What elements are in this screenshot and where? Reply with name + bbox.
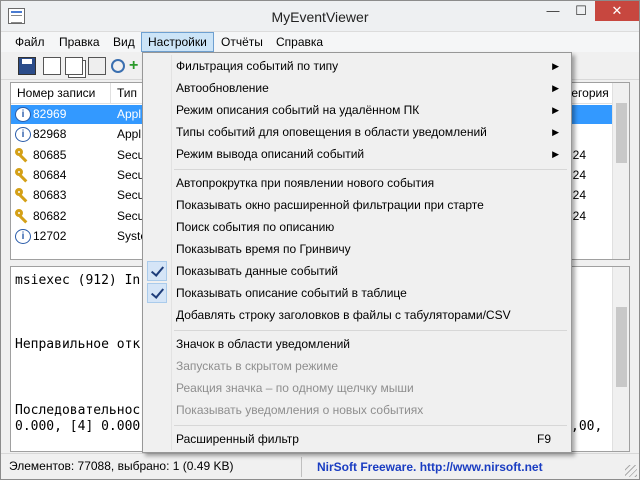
info-icon: i [15, 127, 31, 142]
record-number: 80684 [33, 168, 67, 182]
menu-item-show-new-event-notifications: Показывать уведомления о новых событиях [176, 403, 424, 417]
list-scrollbar[interactable] [612, 83, 629, 259]
status-item-count: Элементов: 77088, выбрано: 1 (0.49 KB) [9, 459, 234, 473]
key-icon [15, 188, 31, 203]
shortcut-label: F9 [536, 432, 551, 446]
menu-item-autoscroll[interactable]: Автопрокрутка при появлении нового событ… [145, 172, 569, 194]
event-type: Appl [117, 107, 142, 121]
record-number: 80683 [33, 188, 67, 202]
detail-line: msiexec (912) In [15, 273, 141, 288]
menu-help[interactable]: Справка [270, 32, 329, 52]
menu-reports[interactable]: Отчёты [215, 32, 269, 52]
close-button[interactable]: ✕ [595, 1, 639, 21]
app-window: MyEventViewer — ☐ ✕ Файл Правка Вид Наст… [0, 0, 640, 480]
status-bar: Элементов: 77088, выбрано: 1 (0.49 KB) N… [1, 453, 639, 479]
detail-line: Последовательнос [15, 403, 141, 418]
copy-icon[interactable] [65, 57, 83, 75]
title-bar[interactable]: MyEventViewer — ☐ ✕ [1, 1, 639, 32]
menu-view[interactable]: Вид [107, 32, 141, 52]
info-icon: i [15, 229, 31, 244]
menu-item-show-event-data[interactable]: Показывать данные событий [145, 260, 569, 282]
detail-line-fragment: ,00, [571, 419, 603, 434]
menu-edit[interactable]: Правка [53, 32, 106, 52]
event-type: Secu [117, 188, 145, 202]
resize-grip[interactable] [625, 465, 637, 477]
record-number: 12702 [33, 229, 67, 243]
key-icon [15, 168, 31, 183]
menu-item-search-by-description[interactable]: Поиск события по описанию [145, 216, 569, 238]
record-number: 80685 [33, 148, 67, 162]
submenu-arrow-icon: ▶ [552, 83, 559, 93]
detail-line: Неправильное отк [15, 337, 141, 352]
menu-item-description-output-mode[interactable]: Режим вывода описаний событий ▶ [145, 143, 569, 165]
menu-item-show-advanced-filter-at-start[interactable]: Показывать окно расширенной фильтрации п… [145, 194, 569, 216]
menu-separator [174, 169, 567, 170]
submenu-arrow-icon: ▶ [552, 105, 559, 115]
checkmark-icon [147, 261, 167, 281]
submenu-arrow-icon: ▶ [552, 127, 559, 137]
record-number: 82968 [33, 127, 67, 141]
menu-bar: Файл Правка Вид Настройки Отчёты Справка [1, 32, 639, 52]
minimize-button[interactable]: — [539, 1, 567, 21]
menu-separator [174, 330, 567, 331]
menu-item-tray-single-click: Реакция значка – по одному щелчку мыши [176, 381, 414, 395]
menu-file[interactable]: Файл [9, 32, 51, 52]
event-type: Appl [117, 127, 142, 141]
column-header-record-number[interactable]: Номер записи [11, 83, 111, 104]
menu-item-add-header-line-csv[interactable]: Добавлять строку заголовков в файлы с та… [145, 304, 569, 326]
record-number: 80682 [33, 209, 67, 223]
details-scrollbar[interactable] [612, 267, 629, 451]
add-icon[interactable]: + [129, 57, 139, 75]
info-icon: i [15, 107, 31, 122]
event-type: Secu [117, 168, 145, 182]
menu-item-show-description-in-table[interactable]: Показывать описание событий в таблице [145, 282, 569, 304]
menu-item-remote-description-mode[interactable]: Режим описания событий на удалённом ПК ▶ [145, 99, 569, 121]
nirsoft-link[interactable]: NirSoft Freeware. http://www.nirsoft.net [309, 458, 579, 476]
key-icon [15, 148, 31, 163]
scrollbar-thumb[interactable] [616, 307, 627, 387]
save-icon[interactable] [18, 57, 36, 75]
settings-menu: Фильтрация событий по типу ▶ Автообновле… [142, 52, 572, 453]
submenu-arrow-icon: ▶ [552, 61, 559, 71]
menu-item-tray-notification-types[interactable]: Типы событий для оповещения в области ув… [145, 121, 569, 143]
detail-line: 0.000, [4] 0.000 [15, 419, 141, 434]
key-icon [15, 209, 31, 224]
scrollbar-thumb[interactable] [616, 103, 627, 163]
document-icon[interactable] [43, 57, 61, 75]
menu-item-advanced-filter[interactable]: Расширенный фильтр F9 [145, 428, 569, 450]
checkmark-icon [147, 283, 167, 303]
record-number: 82969 [33, 107, 67, 121]
status-separator [301, 457, 302, 477]
maximize-button[interactable]: ☐ [567, 1, 595, 21]
menu-item-start-hidden: Запускать в скрытом режиме [176, 359, 339, 373]
menu-settings[interactable]: Настройки [141, 32, 214, 52]
properties-icon[interactable] [88, 57, 106, 75]
menu-item-auto-refresh[interactable]: Автообновление ▶ [145, 77, 569, 99]
event-type: Secu [117, 209, 145, 223]
menu-item-show-gmt-time[interactable]: Показывать время по Гринвичу [145, 238, 569, 260]
menu-item-filter-by-type[interactable]: Фильтрация событий по типу ▶ [145, 55, 569, 77]
menu-separator [174, 425, 567, 426]
find-icon[interactable] [111, 59, 125, 73]
event-type: Secu [117, 148, 145, 162]
menu-item-tray-icon[interactable]: Значок в области уведомлений [145, 333, 569, 355]
submenu-arrow-icon: ▶ [552, 149, 559, 159]
